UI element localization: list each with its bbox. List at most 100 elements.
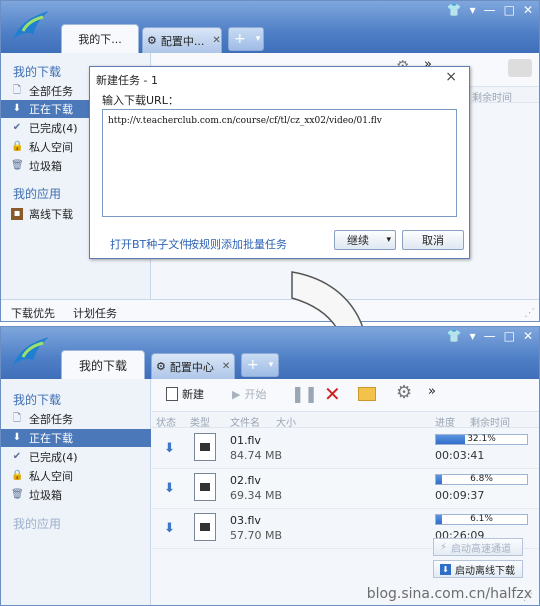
video-file-icon xyxy=(194,473,216,501)
more-icon[interactable]: » xyxy=(428,384,436,399)
task-filename: 02.flv xyxy=(230,474,261,487)
settings-gear-icon[interactable]: ⚙ xyxy=(396,382,412,403)
check-icon: ✔ xyxy=(12,451,22,462)
toolbar: 新建 ▶ 开始 ❚❚ ✕ ⚙ » xyxy=(152,379,539,412)
menu-down-icon[interactable]: ▾ xyxy=(470,329,476,343)
sidebar-item-downloading[interactable]: ⬇ 正在下载 xyxy=(1,429,151,447)
sidebar-item-all-tasks[interactable]: 🗋 全部任务 xyxy=(1,410,151,428)
sidebar-section-title: 我的下载 xyxy=(13,393,62,407)
folder-icon[interactable] xyxy=(358,387,376,401)
url-input[interactable]: http://v.teacherclub.com.cn/course/cf/tl… xyxy=(102,109,457,217)
task-row[interactable]: ⬇ 02.flv 69.34 MB 6.8% 00:09:37 xyxy=(152,469,539,509)
minimize-icon[interactable]: — xyxy=(484,3,496,17)
resize-grip-icon[interactable]: ⋰ xyxy=(524,306,535,319)
app-logo-icon xyxy=(13,11,49,39)
lock-icon: 🔒 xyxy=(11,141,24,152)
download-priority-button[interactable]: 下载优先 xyxy=(11,305,55,321)
maximize-icon[interactable]: □ xyxy=(504,329,515,343)
task-row[interactable]: ⬇ 01.flv 84.74 MB 32.1% 00:03:41 xyxy=(152,429,539,469)
menu-down-icon[interactable]: ▾ xyxy=(470,3,476,17)
bottom-app-window: 👕 ▾ — □ ✕ 我的下载 ⚙ 配置中心 ✕ + ▾ 我的下载 🗋 全部任务 … xyxy=(0,326,540,606)
close-icon[interactable]: ✕ xyxy=(523,3,533,17)
task-progress-bar: 6.8% xyxy=(435,474,528,485)
open-bt-seed-link[interactable]: 打开BT种子文件 xyxy=(110,236,190,252)
skin-icon[interactable]: 👕 xyxy=(447,329,462,343)
sidebar-section-title: 我的应用 xyxy=(13,187,62,201)
tab-config-center[interactable]: ⚙ 配置中... ✕ xyxy=(142,27,222,53)
title-bar: 👕 ▾ — □ ✕ 我的下载 ⚙ 配置中心 ✕ + ▾ xyxy=(1,327,539,379)
new-task-button[interactable]: 新建 xyxy=(166,386,204,402)
dialog-close-icon[interactable]: × xyxy=(445,69,457,85)
close-icon[interactable]: ✕ xyxy=(523,329,533,343)
tab-my-downloads[interactable]: 我的下载 xyxy=(61,350,145,379)
column-remaining[interactable]: 剩余时间 xyxy=(472,89,512,104)
tab-config-center[interactable]: ⚙ 配置中心 ✕ xyxy=(151,353,235,379)
chevron-down-icon[interactable]: ▾ xyxy=(251,34,266,44)
document-icon: 🗋 xyxy=(12,85,22,96)
progress-text: 32.1% xyxy=(467,434,496,444)
new-document-icon xyxy=(166,387,178,401)
download-arrow-icon: ⬇ xyxy=(12,432,22,443)
delete-icon[interactable]: ✕ xyxy=(324,382,341,406)
tab-my-downloads[interactable]: 我的下... xyxy=(61,24,139,53)
download-arrow-icon: ⬇ xyxy=(440,563,451,575)
schedule-task-button[interactable]: 计划任务 xyxy=(73,305,117,321)
window-controls: 👕 ▾ — □ ✕ xyxy=(447,329,533,343)
column-remaining[interactable]: 剩余时间 xyxy=(470,414,510,429)
lightning-icon: ⚡ xyxy=(440,541,448,553)
task-filename: 03.flv xyxy=(230,514,261,527)
pause-button[interactable]: ❚❚ xyxy=(291,384,318,403)
download-status-icon: ⬇ xyxy=(164,481,175,496)
new-task-dialog: 新建任务 - 1 × 输入下载URL： http://v.teacherclub… xyxy=(89,66,470,259)
task-progress-bar: 6.1% xyxy=(435,514,528,525)
tab-close-icon[interactable]: ✕ xyxy=(212,35,220,46)
dialog-title: 新建任务 - 1 xyxy=(96,74,158,87)
task-eta: 00:09:37 xyxy=(435,489,485,502)
column-size[interactable]: 大小 xyxy=(276,414,296,429)
bottom-bar: 下载优先 计划任务 ⋰ xyxy=(1,299,539,321)
column-filename[interactable]: 文件名 xyxy=(230,414,260,429)
start-button[interactable]: ▶ 开始 xyxy=(232,386,266,402)
offline-download-button[interactable]: ⬇ 启动离线下载 xyxy=(433,560,523,578)
progress-text: 6.1% xyxy=(470,514,493,524)
task-progress-bar: 32.1% xyxy=(435,434,528,445)
chevron-down-icon[interactable]: ▾ xyxy=(264,360,279,370)
skin-icon[interactable]: 👕 xyxy=(447,3,462,17)
watermark-text: blog.sina.com.cn/halfzx xyxy=(366,586,532,602)
sidebar-item-private-space[interactable]: 🔒 私人空间 xyxy=(1,467,151,485)
video-file-icon xyxy=(194,433,216,461)
tab-close-icon[interactable]: ✕ xyxy=(222,361,230,372)
video-file-icon xyxy=(194,513,216,541)
new-tab-button[interactable]: + ▾ xyxy=(241,353,279,377)
cancel-button[interactable]: 取消 xyxy=(402,230,464,250)
app-logo-icon xyxy=(13,337,49,365)
play-icon: ▶ xyxy=(232,387,241,401)
offline-download-icon: ▪ xyxy=(11,208,23,220)
gear-icon: ⚙ xyxy=(147,34,157,47)
column-header: 状态 类型 文件名 大小 进度 剩余时间 xyxy=(152,412,539,429)
tab-label: 我的下... xyxy=(78,33,122,46)
column-type[interactable]: 类型 xyxy=(190,414,210,429)
sidebar-section-title: 我的下载 xyxy=(13,65,62,79)
chevron-down-icon[interactable]: ▾ xyxy=(386,235,391,245)
url-label: 输入下载URL： xyxy=(102,94,179,107)
download-arrow-icon: ⬇ xyxy=(12,103,22,114)
sidebar-item-trash[interactable]: 🗑 垃圾箱 xyxy=(1,486,151,504)
column-progress[interactable]: 进度 xyxy=(435,414,455,429)
skin-button[interactable] xyxy=(508,59,532,77)
title-bar: 👕 ▾ — □ ✕ 我的下... ⚙ 配置中... ✕ + ▾ xyxy=(1,1,539,53)
sidebar-item-completed[interactable]: ✔ 已完成(4) xyxy=(1,448,151,466)
batch-task-link[interactable]: 按规则添加批量任务 xyxy=(188,236,287,252)
task-size: 69.34 MB xyxy=(230,489,283,502)
download-status-icon: ⬇ xyxy=(164,521,175,536)
maximize-icon[interactable]: □ xyxy=(504,3,515,17)
tab-label: 配置中心 xyxy=(169,360,214,374)
window-controls: 👕 ▾ — □ ✕ xyxy=(447,3,533,17)
new-tab-button[interactable]: + ▾ xyxy=(228,27,264,51)
high-speed-channel-button[interactable]: ⚡ 启动高速通道 xyxy=(433,538,523,556)
column-status[interactable]: 状态 xyxy=(156,414,176,429)
document-icon: 🗋 xyxy=(12,413,22,424)
continue-button[interactable]: 继续 ▾ xyxy=(334,230,396,250)
minimize-icon[interactable]: — xyxy=(484,329,496,343)
tab-label: 我的下载 xyxy=(78,358,127,373)
